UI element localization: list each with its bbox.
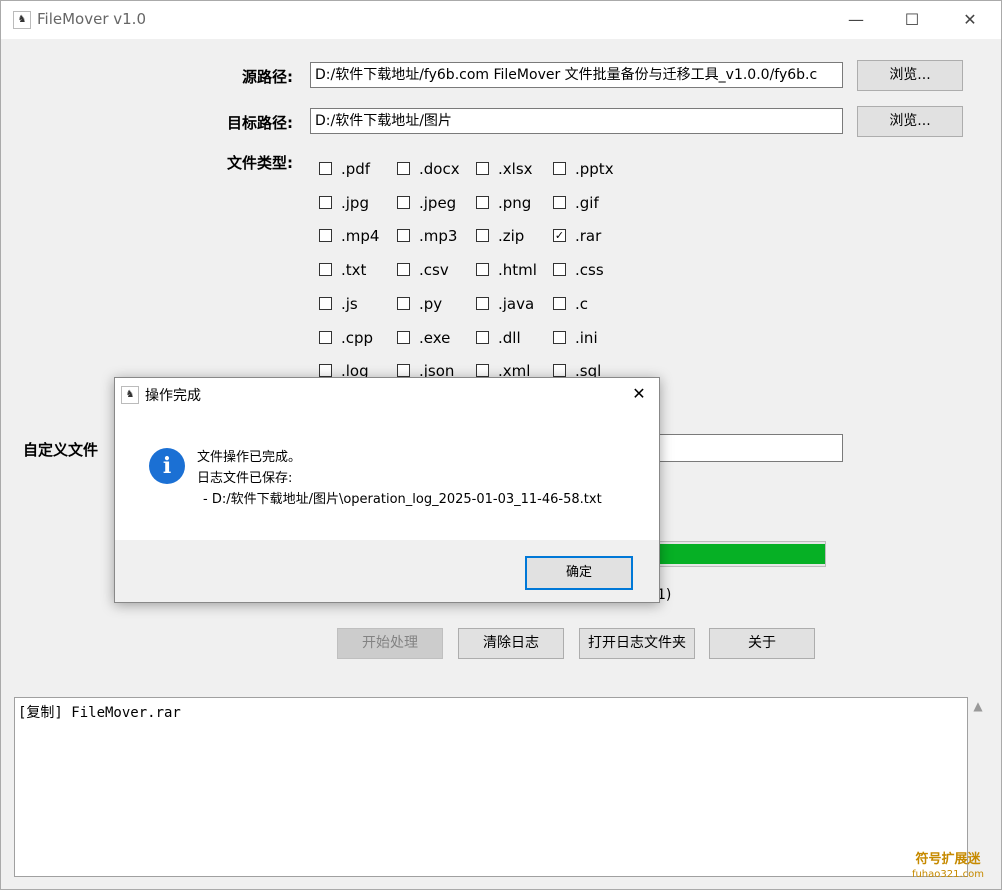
checkbox-label: .jpeg [419, 194, 457, 212]
checkbox-box[interactable] [476, 196, 489, 209]
checkbox-box[interactable] [476, 297, 489, 310]
progress-bar [656, 541, 826, 567]
checkbox-box[interactable] [476, 263, 489, 276]
checkbox-box[interactable] [319, 162, 332, 175]
checkbox-box[interactable]: ✓ [553, 229, 566, 242]
progress-fill [659, 544, 825, 564]
dialog-message-line2: 日志文件已保存: [197, 471, 293, 486]
target-browse-button[interactable]: 浏览... [857, 106, 963, 137]
file-types-label: 文件类型: [227, 154, 293, 172]
watermark-title: 符号扩展迷 [915, 852, 981, 867]
checkbox-box[interactable] [397, 263, 410, 276]
target-path-input[interactable]: D:/软件下载地址/图片 [310, 108, 843, 134]
checkbox-box[interactable] [397, 229, 410, 242]
info-icon: i [149, 448, 185, 484]
checkbox-label: .ini [575, 329, 598, 347]
checkbox-label: .mp3 [419, 227, 458, 245]
source-path-input[interactable]: D:/软件下载地址/fy6b.com FileMover 文件批量备份与迁移工具… [310, 62, 843, 88]
checkbox-box[interactable] [553, 263, 566, 276]
app-icon: ♞ [13, 11, 31, 29]
checkbox-label: .java [498, 295, 535, 313]
dialog-close-button[interactable]: ✕ [619, 378, 659, 410]
watermark: 符号扩展迷 fuhao321.com [906, 852, 990, 882]
checkbox-box[interactable] [319, 196, 332, 209]
checkbox-box[interactable] [476, 162, 489, 175]
source-path-label: 源路径: [242, 68, 293, 86]
checkbox-label: .csv [419, 261, 449, 279]
checkbox-label: .zip [498, 227, 525, 245]
checkbox-box[interactable] [319, 229, 332, 242]
checkbox-box[interactable] [319, 297, 332, 310]
ok-button[interactable]: 确定 [525, 556, 633, 590]
checkbox-label: .cpp [341, 329, 374, 347]
checkbox-box[interactable] [397, 162, 410, 175]
log-textarea[interactable]: [复制] FileMover.rar [14, 697, 968, 877]
dialog-title: 操作完成 [145, 388, 201, 404]
checkbox-box[interactable] [553, 331, 566, 344]
checkbox-box[interactable] [319, 364, 332, 377]
checkbox-label: .docx [419, 160, 460, 178]
checkbox-box[interactable] [476, 331, 489, 344]
log-line: [复制] FileMover.rar [18, 705, 181, 721]
checkbox-label: .pptx [575, 160, 614, 178]
checkbox-label: .jpg [341, 194, 369, 212]
checkbox-box[interactable] [553, 297, 566, 310]
window-title: FileMover v1.0 [37, 10, 146, 28]
source-browse-button[interactable]: 浏览... [857, 60, 963, 91]
checkbox-label: .png [498, 194, 532, 212]
start-button[interactable]: 开始处理 [337, 628, 443, 659]
about-button[interactable]: 关于 [709, 628, 815, 659]
checkbox-box[interactable] [553, 196, 566, 209]
checkbox-box[interactable] [397, 331, 410, 344]
dialog-message-line3: - D:/软件下载地址/图片\operation_log_2025-01-03_… [203, 492, 602, 507]
watermark-url: fuhao321.com [911, 869, 985, 880]
checkbox-box[interactable] [319, 331, 332, 344]
checkbox-label: .gif [575, 194, 599, 212]
checkbox-label: .css [575, 261, 604, 279]
checkbox-box[interactable] [553, 162, 566, 175]
checkbox-label: .js [341, 295, 358, 313]
checkbox-box[interactable] [319, 263, 332, 276]
checkbox-label: .html [498, 261, 537, 279]
checkbox-box[interactable] [476, 229, 489, 242]
title-bar: ♞ FileMover v1.0 — ☐ ✕ [1, 1, 1001, 39]
maximize-button[interactable]: ☐ [889, 1, 935, 39]
checkbox-label: .mp4 [341, 227, 380, 245]
checkbox-label: .py [419, 295, 443, 313]
custom-type-label: 自定义文件 [23, 441, 99, 459]
checkbox-box[interactable] [553, 364, 566, 377]
checkbox-label: .rar [575, 227, 602, 245]
checkbox-label: .xlsx [498, 160, 533, 178]
dialog-app-icon: ♞ [121, 386, 139, 404]
checkbox-box[interactable] [476, 364, 489, 377]
checkbox-label: .c [575, 295, 589, 313]
scroll-up-arrow[interactable]: ▲ [967, 699, 989, 719]
completion-dialog: ♞ 操作完成 ✕ i 文件操作已完成。 日志文件已保存: - D:/软件下载地址… [114, 377, 660, 603]
checkbox-label: .dll [498, 329, 521, 347]
target-path-label: 目标路径: [227, 114, 293, 132]
dialog-message-line1: 文件操作已完成。 [197, 450, 302, 465]
checkbox-box[interactable] [397, 364, 410, 377]
close-button[interactable]: ✕ [947, 1, 993, 39]
checkbox-label: .exe [419, 329, 451, 347]
clear-log-button[interactable]: 清除日志 [458, 628, 564, 659]
checkbox-label: .txt [341, 261, 367, 279]
checkbox-label: .pdf [341, 160, 371, 178]
open-log-folder-button[interactable]: 打开日志文件夹 [579, 628, 695, 659]
minimize-button[interactable]: — [833, 1, 879, 39]
checkbox-box[interactable] [397, 297, 410, 310]
checkbox-box[interactable] [397, 196, 410, 209]
